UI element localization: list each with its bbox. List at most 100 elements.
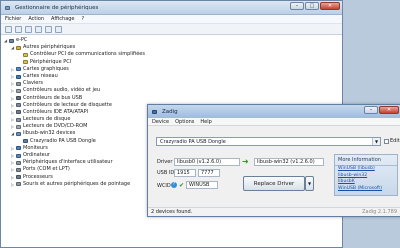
tree-item[interactable]: ▷ Cartes graphiques xyxy=(3,66,340,73)
device-select[interactable]: Crazyradio PA USB Dongle ▼ xyxy=(156,137,381,146)
menu-affichage[interactable]: Affichage xyxy=(51,16,75,22)
device-icon xyxy=(16,182,21,187)
device-icon xyxy=(23,52,28,57)
zadig-title: Zadig xyxy=(162,108,178,115)
device-icon xyxy=(16,74,21,79)
zadig-close-button[interactable]: ✕ xyxy=(379,106,399,114)
device-icon xyxy=(16,96,21,101)
collapsed-icon[interactable]: ▷ xyxy=(10,123,15,130)
chevron-down-icon[interactable]: ▼ xyxy=(372,138,380,145)
device-icon xyxy=(9,38,14,43)
menu-help[interactable]: Help xyxy=(200,119,211,125)
target-driver-field[interactable]: libusb-win32 (v1.2.6.0) xyxy=(254,158,324,166)
device-icon xyxy=(16,153,21,158)
wcid-info-icon: ? xyxy=(171,182,177,188)
device-icon xyxy=(16,103,21,108)
usbid-label: USB ID xyxy=(157,170,175,176)
status-text: 2 devices found. xyxy=(151,209,193,215)
tree-item[interactable]: ▷ Contrôleurs audio, vidéo et jeu xyxy=(3,87,340,94)
wcid-value: WINUSB xyxy=(189,182,210,188)
wcid-label: WCID xyxy=(157,183,171,189)
device-icon xyxy=(23,139,28,144)
device-icon xyxy=(16,160,21,165)
tree-item[interactable]: ▷ Contrôleurs de bus USB xyxy=(3,95,340,102)
close-button[interactable]: ✕ xyxy=(320,2,340,10)
menu-fichier[interactable]: Fichier xyxy=(5,16,21,22)
maximize-button[interactable]: □ xyxy=(305,2,319,10)
collapsed-icon[interactable]: ▷ xyxy=(10,73,15,80)
device-icon xyxy=(16,45,21,50)
tree-item[interactable]: ▷ Cartes réseau xyxy=(3,73,340,80)
minimize-button[interactable]: – xyxy=(290,2,304,10)
device-manager-icon xyxy=(5,5,10,10)
collapsed-icon[interactable]: ▷ xyxy=(10,80,15,87)
replace-driver-button[interactable]: Replace Driver xyxy=(243,176,305,191)
device-manager-toolbar xyxy=(1,24,342,35)
tree-item-label: Cartes graphiques xyxy=(23,65,69,72)
device-icon xyxy=(16,110,21,115)
collapsed-icon[interactable]: ▷ xyxy=(10,181,15,188)
check-icon: ✔ xyxy=(179,182,185,189)
tree-item-label: Processeurs xyxy=(23,173,53,180)
device-icon xyxy=(16,67,21,72)
expanded-icon[interactable]: ◢ xyxy=(10,44,15,51)
edit-checkbox[interactable]: Edit xyxy=(384,138,400,144)
tree-item[interactable]: Périphérique PCI xyxy=(3,59,340,66)
properties-icon[interactable] xyxy=(35,25,42,33)
menu-device[interactable]: Device xyxy=(152,119,169,125)
collapsed-icon[interactable]: ▷ xyxy=(10,145,15,152)
device-icon xyxy=(16,146,21,151)
collapsed-icon[interactable]: ▷ xyxy=(10,174,15,181)
scan-icon[interactable] xyxy=(55,25,62,33)
view-icon[interactable] xyxy=(25,25,32,33)
device-manager-titlebar[interactable]: Gestionnaire de périphériques – □ ✕ xyxy=(1,1,342,15)
expanded-icon[interactable]: ◢ xyxy=(3,37,8,44)
collapsed-icon[interactable]: ▷ xyxy=(10,152,15,159)
device-icon xyxy=(16,81,21,86)
zadig-statusbar: 2 devices found. Zadig 2.1.789 xyxy=(148,207,400,216)
tree-item-label: Contrôleurs de lecteur de disquette xyxy=(23,101,112,108)
device-icon xyxy=(16,117,21,122)
collapsed-icon[interactable]: ▷ xyxy=(10,66,15,73)
collapsed-icon[interactable]: ▷ xyxy=(10,102,15,109)
device-icon xyxy=(23,60,28,65)
collapsed-icon[interactable]: ▷ xyxy=(10,159,15,166)
vid-field: 1915 xyxy=(174,169,196,177)
collapsed-icon[interactable]: ▷ xyxy=(10,109,15,116)
wcid-field: WINUSB xyxy=(186,181,218,189)
help-icon[interactable] xyxy=(45,25,52,33)
zadig-icon xyxy=(152,109,157,114)
menu-help[interactable]: ? xyxy=(82,16,85,22)
zadig-minimize-button[interactable]: – xyxy=(364,106,378,114)
replace-driver-dropdown[interactable]: ▼ xyxy=(305,176,314,191)
link-winusb-microsoft[interactable]: WinUSB (Microsoft) xyxy=(335,186,397,193)
collapsed-icon[interactable]: ▷ xyxy=(10,166,15,173)
back-icon[interactable] xyxy=(5,25,12,33)
tree-item-label: Moniteurs xyxy=(23,144,48,151)
target-driver-value: libusb-win32 (v1.2.6.0) xyxy=(257,159,315,165)
menu-options[interactable]: Options xyxy=(175,119,194,125)
menu-action[interactable]: Action xyxy=(28,16,44,22)
driver-label: Driver xyxy=(157,159,173,165)
collapsed-icon[interactable]: ▷ xyxy=(10,95,15,102)
device-icon xyxy=(16,88,21,93)
current-driver-field: libusb0 (v1.2.6.0) xyxy=(174,158,240,166)
device-icon xyxy=(16,175,21,180)
forward-icon[interactable] xyxy=(15,25,22,33)
tree-item-label: Contrôleurs de bus USB xyxy=(23,94,83,101)
collapsed-icon[interactable]: ▷ xyxy=(10,116,15,123)
pid-value: 7777 xyxy=(201,170,214,176)
tree-item-label: Souris et autres périphériques de pointa… xyxy=(23,180,131,187)
collapsed-icon[interactable]: ▷ xyxy=(10,87,15,94)
device-select-value: Crazyradio PA USB Dongle xyxy=(160,138,226,145)
vid-value: 1915 xyxy=(177,170,190,176)
version-text: Zadig 2.1.789 xyxy=(362,209,397,215)
tree-item-label: Contrôleurs IDE ATA/ATAPI xyxy=(23,108,89,115)
tree-item[interactable]: Contrôleur PCI de communications simplif… xyxy=(3,51,340,58)
tree-item-label: Cartes réseau xyxy=(23,72,58,79)
checkbox-box[interactable] xyxy=(384,138,389,144)
replace-driver-label: Replace Driver xyxy=(253,180,295,187)
zadig-titlebar[interactable]: Zadig – ✕ xyxy=(148,105,400,118)
expanded-icon[interactable]: ◢ xyxy=(10,130,15,137)
tree-item-label: Ports (COM et LPT) xyxy=(23,166,70,173)
